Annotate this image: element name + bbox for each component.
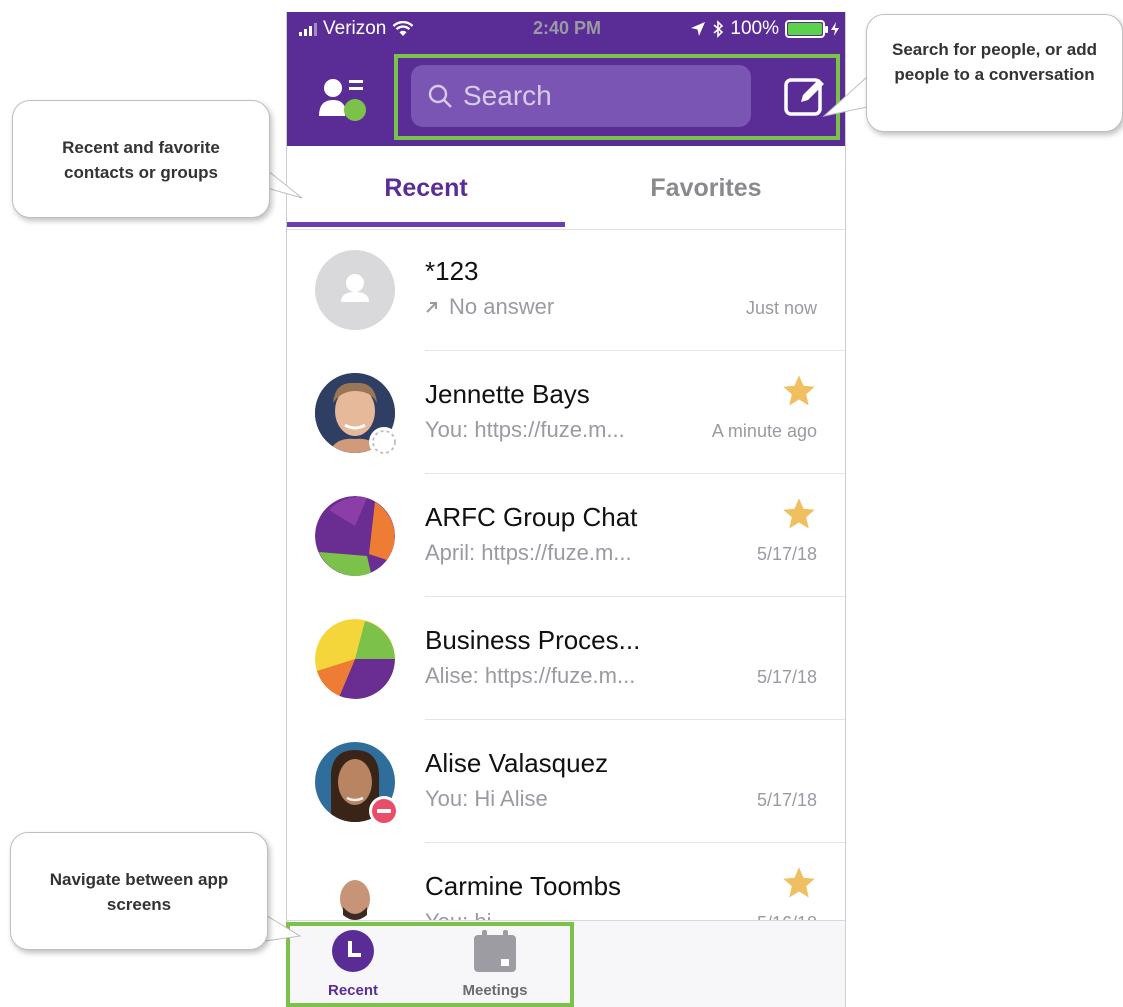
nav-callout: Navigate between app screens [10, 832, 268, 950]
conversation-row[interactable]: Jennette Bays You: https://fuze.m... A m… [287, 351, 845, 474]
favorite-star-icon[interactable] [781, 373, 817, 409]
contacts-icon[interactable] [317, 76, 369, 124]
conversation-name: Business Proces... [425, 625, 641, 655]
conversation-time: 5/17/18 [756, 667, 817, 687]
presence-busy-indicator [369, 796, 399, 826]
conversation-name: ARFC Group Chat [425, 502, 638, 532]
conversation-name: *123 [425, 256, 479, 286]
conversation-row[interactable]: Alise Valasquez You: Hi Alise 5/17/18 [287, 720, 845, 843]
favorite-star-icon[interactable] [781, 865, 817, 901]
nav-highlight-box [286, 922, 574, 1007]
charging-icon [831, 22, 839, 36]
status-bar: Verizon 2:40 PM 100% [287, 12, 845, 48]
group-avatar [315, 496, 395, 576]
battery-percent: 100% [730, 18, 779, 39]
conversation-preview: You: Hi Alise [425, 786, 548, 811]
conversation-list: *123 No answer Just now Jennette Bays Yo… [287, 228, 845, 966]
tab-recent[interactable]: Recent [287, 146, 565, 230]
conversation-time: Just now [745, 298, 817, 318]
phone-screen: Verizon 2:40 PM 100% Search Recent Favor… [286, 12, 846, 1007]
conversation-name: Jennette Bays [425, 379, 590, 409]
conversation-preview: You: https://fuze.m... [425, 417, 625, 442]
conversation-preview: No answer [425, 294, 554, 320]
conversation-time: 5/17/18 [756, 790, 817, 810]
conversation-name: Alise Valasquez [425, 748, 609, 778]
presence-offline-indicator [369, 427, 399, 457]
conversation-row[interactable]: ARFC Group Chat April: https://fuze.m...… [287, 474, 845, 597]
conversation-row[interactable]: Business Proces... Alise: https://fuze.m… [287, 597, 845, 720]
bluetooth-icon [713, 20, 724, 38]
tab-favorites[interactable]: Favorites [565, 146, 845, 230]
battery-icon [785, 20, 828, 38]
conversation-preview: Alise: https://fuze.m... [425, 663, 636, 688]
active-tab-indicator [287, 222, 565, 227]
group-avatar [315, 619, 395, 699]
outgoing-arrow-icon [426, 302, 437, 313]
conversation-time: 5/17/18 [756, 544, 817, 564]
conversation-name: Carmine Toombs [425, 871, 622, 901]
location-arrow-icon [691, 22, 706, 36]
tabs-callout: Recent and favorite contacts or groups [12, 100, 270, 218]
search-callout: Search for people, or add people to a co… [866, 14, 1123, 132]
conversation-tabs: Recent Favorites [287, 146, 845, 230]
conversation-time: A minute ago [711, 421, 817, 441]
placeholder-avatar [315, 250, 395, 330]
search-highlight-box [394, 54, 840, 140]
conversation-row[interactable]: *123 No answer Just now [287, 228, 845, 351]
conversation-preview: April: https://fuze.m... [425, 540, 632, 565]
favorite-star-icon[interactable] [781, 496, 817, 532]
